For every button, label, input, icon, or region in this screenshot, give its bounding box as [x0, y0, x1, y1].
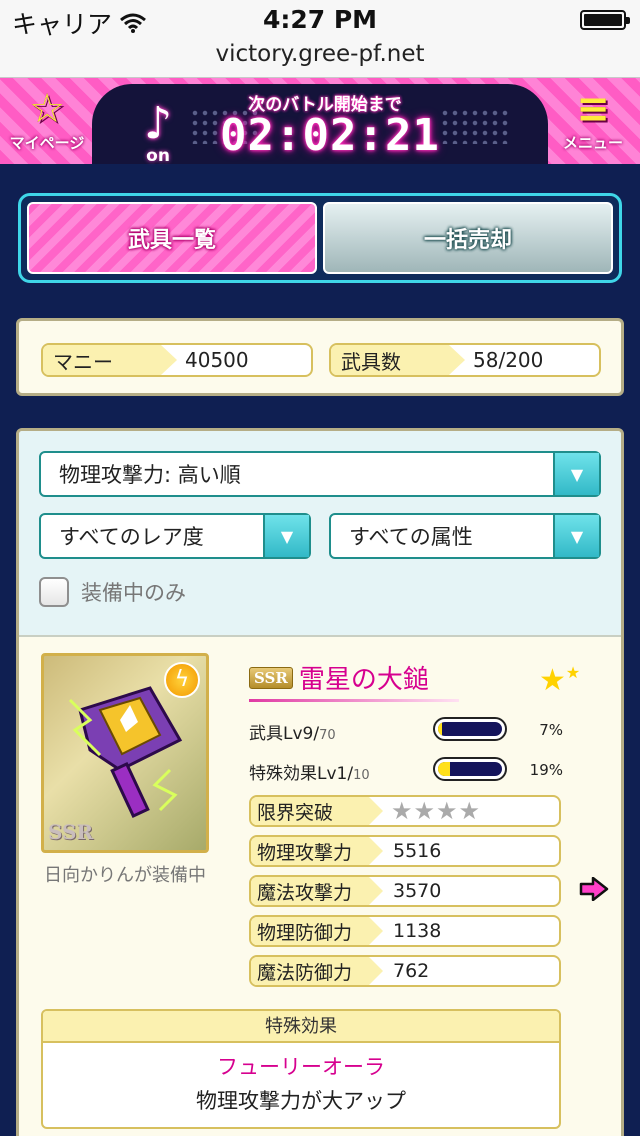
equipped-by: 日向かりんが装備中: [44, 865, 206, 886]
mag-def-row: 魔法防御力 762: [249, 955, 561, 987]
limit-break-row: 限界突破 ★★★★: [249, 795, 561, 827]
weapon-name: 雷星の大鎚: [298, 665, 429, 695]
weapon-level-max: 70: [319, 728, 336, 743]
music-note-icon: ♪: [144, 98, 173, 149]
battery-icon: [580, 10, 630, 30]
lightning-element-icon: ϟ: [164, 662, 200, 698]
weapon-item[interactable]: ϟ SSR 日向かりんが装備中 SSR 雷星の大鎚 ★★ 武具Lv9/70 7%…: [19, 637, 621, 1136]
effect-level-bar: [433, 757, 507, 781]
rarity-value: すべてのレア度: [59, 525, 204, 549]
mag-atk-label: 魔法攻撃力: [251, 877, 383, 905]
phys-atk-label: 物理攻撃力: [251, 837, 383, 865]
phys-atk-row: 物理攻撃力 5516: [249, 835, 561, 867]
weapon-count-stat: 武具数 58/200: [329, 343, 601, 377]
sparkle-star-icon: ★★: [539, 663, 581, 698]
weapon-level-bar: [433, 717, 507, 741]
effect-level-percent: 19%: [529, 761, 563, 779]
tab-bar: 武具一覧 一括売却: [18, 193, 622, 283]
card-rarity: SSR: [48, 820, 94, 844]
menu-icon: ≡: [576, 86, 610, 132]
weapon-card-image[interactable]: ϟ SSR: [41, 653, 209, 853]
element-select[interactable]: すべての属性 ▼: [329, 513, 601, 559]
music-toggle[interactable]: ♪ on: [144, 16, 173, 167]
rarity-select[interactable]: すべてのレア度 ▼: [39, 513, 311, 559]
title-underline: [249, 699, 459, 702]
tab-bulk-sell[interactable]: 一括売却: [323, 202, 613, 274]
equipped-only-label: 装備中のみ: [81, 581, 186, 605]
limit-break-stars: ★★★★: [391, 797, 482, 825]
dropdown-arrow-icon: ▼: [553, 453, 599, 495]
special-effect-header: 特殊効果: [43, 1011, 559, 1043]
sort-value: 物理攻撃力: 高い順: [59, 463, 241, 487]
sort-select[interactable]: 物理攻撃力: 高い順 ▼: [39, 451, 601, 497]
special-effect-name: フューリーオーラ: [217, 1055, 385, 1079]
mypage-label: マイページ: [9, 134, 85, 152]
effect-level-fill: [438, 762, 451, 776]
clock: 4:27 PM: [262, 5, 378, 34]
dropdown-arrow-icon: ▼: [263, 515, 309, 557]
weapon-level-label: 武具Lv9/: [249, 724, 320, 744]
menu-label: メニュー: [562, 134, 623, 152]
phys-def-row: 物理防御力 1138: [249, 915, 561, 947]
star-icon: ☆: [29, 86, 65, 132]
battle-timer: 02:02:21: [220, 110, 440, 161]
limit-break-label: 限界突破: [251, 797, 383, 825]
mag-def-label: 魔法防御力: [251, 957, 383, 985]
checkbox-box[interactable]: [39, 577, 69, 607]
arrow-right-icon[interactable]: [579, 877, 609, 901]
phys-def-label: 物理防御力: [251, 917, 383, 945]
music-state: on: [146, 146, 170, 166]
currency-panel: マニー 40500 武具数 58/200: [16, 318, 624, 396]
weapon-list-panel: 物理攻撃力: 高い順 ▼ すべてのレア度 ▼ すべての属性 ▼ 装備中のみ ϟ …: [16, 428, 624, 1136]
dropdown-arrow-icon: ▼: [553, 515, 599, 557]
money-label: マニー: [43, 345, 177, 375]
rarity-badge: SSR: [249, 666, 293, 689]
special-effect-box: 特殊効果 フューリーオーラ 物理攻撃力が大アップ: [41, 1009, 561, 1129]
effect-level-max: 10: [353, 768, 370, 783]
equipped-only-checkbox[interactable]: 装備中のみ: [39, 577, 601, 607]
weapon-count-label: 武具数: [331, 345, 465, 375]
effect-level: 特殊効果Lv1/10: [249, 759, 370, 784]
weapon-level-fill: [438, 722, 443, 736]
money-stat: マニー 40500: [41, 343, 313, 377]
weapon-level-percent: 7%: [539, 721, 563, 739]
special-effect-desc: 物理攻撃力が大アップ: [196, 1089, 406, 1113]
weapon-title: SSR 雷星の大鎚: [249, 659, 429, 696]
mag-atk-row: 魔法攻撃力 3570: [249, 875, 561, 907]
element-value: すべての属性: [349, 525, 473, 549]
url-bar[interactable]: victory.gree-pf.net: [0, 40, 640, 78]
tab-weapons[interactable]: 武具一覧: [27, 202, 317, 274]
status-bar: キャリア 4:27 PM: [0, 0, 640, 40]
menu-button[interactable]: ≡ メニュー: [550, 86, 636, 158]
hammer-icon: [68, 686, 183, 819]
filter-section: 物理攻撃力: 高い順 ▼ すべてのレア度 ▼ すべての属性 ▼ 装備中のみ: [19, 431, 621, 637]
weapon-level: 武具Lv9/70: [249, 719, 336, 744]
effect-level-label: 特殊効果Lv1/: [249, 764, 354, 784]
mypage-button[interactable]: ☆ マイページ: [4, 86, 90, 158]
